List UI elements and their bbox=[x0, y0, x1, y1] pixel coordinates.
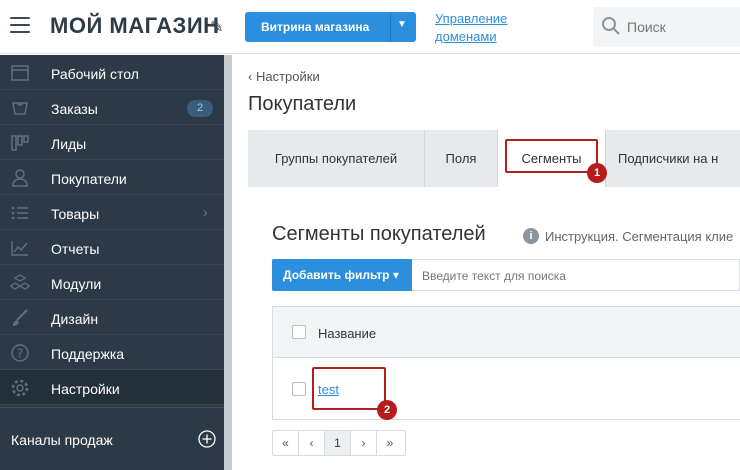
select-all-checkbox[interactable] bbox=[292, 325, 306, 339]
sidebar-item-reports[interactable]: Отчеты bbox=[0, 230, 224, 265]
plus-circle-icon[interactable] bbox=[198, 430, 216, 448]
breadcrumb[interactable]: ‹ Настройки bbox=[248, 69, 320, 84]
sidebar-item-label: Дизайн bbox=[51, 311, 99, 327]
pagination: « ‹ 1 › » bbox=[272, 430, 406, 456]
tab-subscribers[interactable]: Подписчики на н bbox=[606, 130, 740, 187]
gear-icon bbox=[11, 379, 29, 397]
cart-icon bbox=[12, 102, 28, 115]
tab-label: Поля bbox=[445, 151, 477, 166]
sidebar-scrollbar[interactable] bbox=[224, 55, 232, 470]
chevron-left-icon: ‹ bbox=[248, 69, 253, 84]
user-icon bbox=[12, 169, 28, 187]
sidebar-item-design[interactable]: Дизайн bbox=[0, 300, 224, 335]
sidebar-item-label: Рабочий стол bbox=[51, 66, 139, 82]
sales-channels-label: Каналы продаж bbox=[11, 432, 113, 448]
pencil-icon[interactable]: ✎ bbox=[210, 17, 223, 37]
add-filter-label: Добавить фильтр bbox=[283, 268, 390, 282]
sales-channels: Каналы продаж bbox=[0, 407, 224, 470]
page-title: Покупатели bbox=[248, 93, 357, 115]
list-icon bbox=[11, 206, 28, 220]
sidebar-item-label: Модули bbox=[51, 276, 102, 292]
menu-icon[interactable] bbox=[10, 17, 30, 35]
svg-text:?: ? bbox=[17, 347, 23, 361]
sidebar-item-orders[interactable]: Заказы 2 bbox=[0, 90, 224, 125]
sidebar-item-customers[interactable]: Покупатели bbox=[0, 160, 224, 195]
cubes-icon bbox=[10, 274, 30, 290]
caret-down-icon: ▾ bbox=[392, 268, 399, 282]
sidebar-item-label: Заказы bbox=[51, 101, 98, 117]
sidebar-item-label: Отчеты bbox=[51, 241, 100, 257]
storefront-button[interactable]: Витрина магазина ▼ bbox=[245, 12, 416, 42]
page-next-button[interactable]: › bbox=[351, 431, 377, 455]
sidebar-item-label: Покупатели bbox=[51, 171, 127, 187]
annotation-marker: 2 bbox=[377, 400, 397, 420]
sidebar-item-support[interactable]: ? Поддержка bbox=[0, 335, 224, 370]
search-icon bbox=[602, 17, 620, 35]
sidebar-item-modules[interactable]: Модули bbox=[0, 265, 224, 300]
help-icon: ? bbox=[11, 344, 29, 362]
top-header: МОЙ МАГАЗИН ✎ Витрина магазина ▼ Управле… bbox=[0, 0, 740, 54]
sidebar-item-label: Настройки bbox=[51, 381, 120, 397]
sidebar-item-label: Лиды bbox=[51, 136, 87, 152]
page-prev-button[interactable]: ‹ bbox=[299, 431, 325, 455]
storefront-button-label: Витрина магазина bbox=[261, 20, 370, 34]
sidebar-item-settings[interactable]: Настройки bbox=[0, 370, 224, 405]
domains-link[interactable]: Управление доменами bbox=[435, 10, 525, 46]
brush-icon bbox=[13, 309, 28, 326]
kanban-icon bbox=[11, 135, 29, 151]
page-number-button[interactable]: 1 bbox=[325, 431, 351, 455]
breadcrumb-link[interactable]: Настройки bbox=[256, 69, 320, 84]
section-title: Сегменты покупателей bbox=[272, 223, 486, 245]
button-divider bbox=[390, 12, 391, 42]
sidebar-item-dashboard[interactable]: Рабочий стол bbox=[0, 55, 224, 90]
add-filter-button[interactable]: Добавить фильтр ▾ bbox=[272, 259, 412, 291]
filter-search-input[interactable] bbox=[422, 267, 722, 285]
browser-window-icon bbox=[11, 65, 29, 81]
instruction-link[interactable]: Инструкция. Сегментация клие bbox=[545, 229, 733, 244]
page-first-button[interactable]: « bbox=[273, 431, 299, 455]
caret-down-icon[interactable]: ▼ bbox=[397, 19, 407, 30]
chevron-right-icon: › bbox=[203, 204, 208, 220]
orders-count-badge: 2 bbox=[187, 100, 213, 117]
highlight-box bbox=[505, 139, 598, 173]
page-last-button[interactable]: » bbox=[377, 431, 403, 455]
chart-icon bbox=[11, 241, 28, 256]
tab-customer-groups[interactable]: Группы покупателей bbox=[248, 130, 425, 187]
tab-label: Группы покупателей bbox=[274, 151, 398, 166]
info-icon: i bbox=[523, 228, 539, 244]
sidebar-item-label: Поддержка bbox=[51, 346, 125, 362]
search-input[interactable] bbox=[627, 16, 737, 38]
shop-title: МОЙ МАГАЗИН bbox=[50, 13, 220, 38]
main-content: ‹ Настройки Покупатели Группы покупателе… bbox=[232, 55, 740, 470]
tab-fields[interactable]: Поля bbox=[425, 130, 498, 187]
annotation-marker: 1 bbox=[587, 163, 607, 183]
sidebar-item-label: Товары bbox=[51, 206, 100, 222]
search-box[interactable] bbox=[593, 7, 740, 47]
sidebar-item-products[interactable]: Товары › bbox=[0, 195, 224, 230]
sidebar-item-leads[interactable]: Лиды bbox=[0, 125, 224, 160]
row-checkbox[interactable] bbox=[292, 382, 306, 396]
column-header-name: Название bbox=[318, 326, 377, 341]
table-header: Название bbox=[273, 307, 740, 358]
tab-bar: Группы покупателей Поля Сегменты Подписч… bbox=[248, 130, 740, 187]
tab-label: Подписчики на н bbox=[618, 151, 719, 166]
highlight-box bbox=[312, 367, 386, 410]
